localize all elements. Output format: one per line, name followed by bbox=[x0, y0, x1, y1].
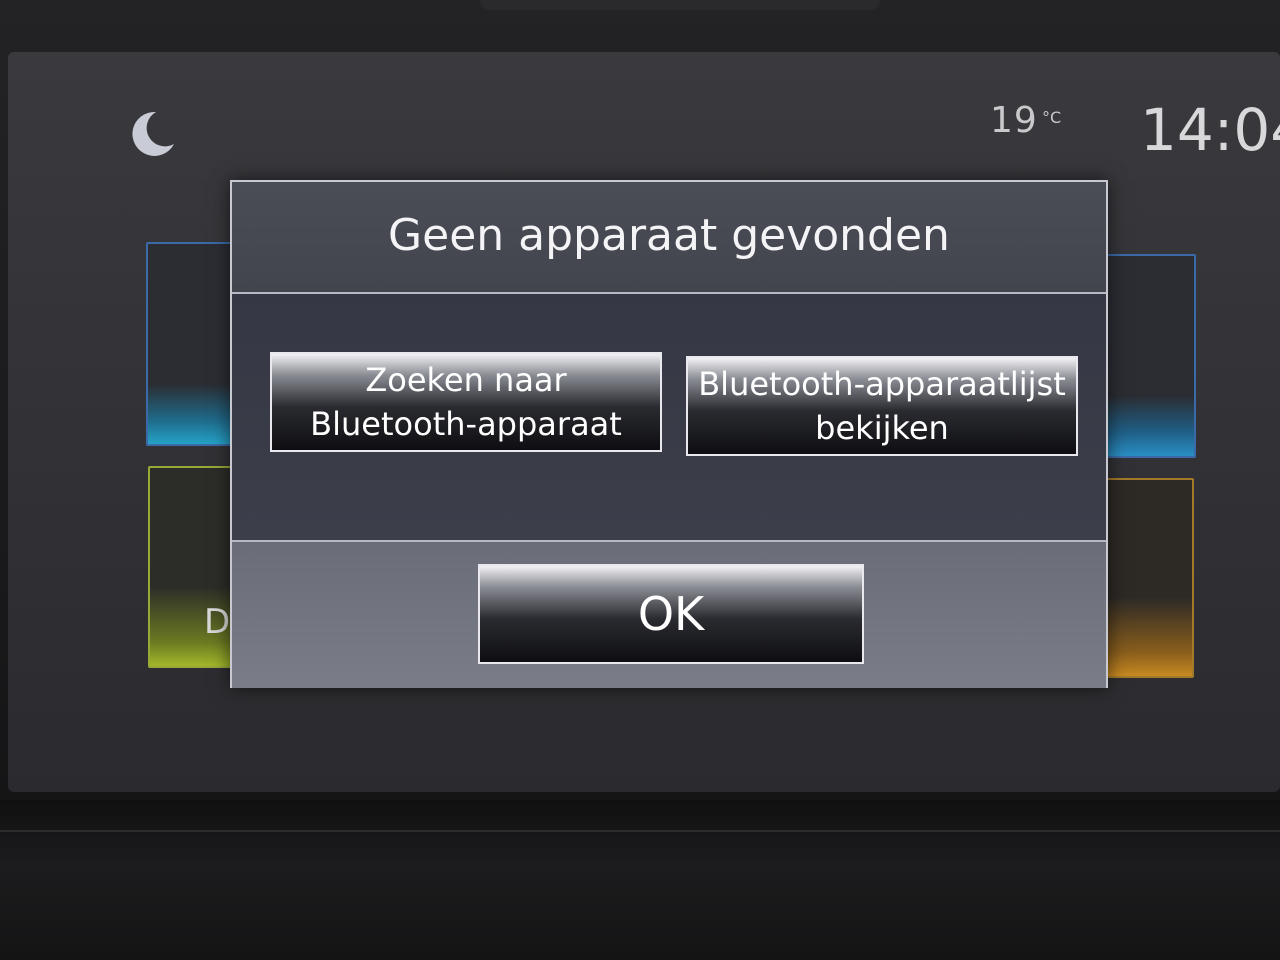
list-button-line1: Bluetooth-apparaatlijst bbox=[698, 365, 1066, 403]
background-tile-label: D bbox=[204, 602, 231, 642]
moon-icon[interactable] bbox=[126, 108, 178, 160]
bezel-top-strip bbox=[480, 0, 880, 10]
bezel-divider bbox=[0, 830, 1280, 832]
bezel-bottom bbox=[0, 800, 1280, 960]
temperature-value: 19 bbox=[990, 100, 1038, 141]
view-bluetooth-device-list-button[interactable]: Bluetooth-apparaatlijst bekijken bbox=[686, 356, 1078, 456]
clock: 14:04 bbox=[1140, 96, 1280, 164]
background-tile-blue-right bbox=[1100, 254, 1196, 458]
search-bluetooth-device-button[interactable]: Zoeken naar Bluetooth-apparaat bbox=[270, 352, 662, 452]
dialog-footer: OK bbox=[232, 540, 1106, 688]
ok-button[interactable]: OK bbox=[478, 564, 864, 664]
no-device-dialog: Geen apparaat gevonden Zoeken naar Bluet… bbox=[230, 180, 1108, 688]
display-screen: 19 °C 14:04 D Geen apparaat gevonden Zoe… bbox=[8, 52, 1280, 792]
device-bezel: 19 °C 14:04 D Geen apparaat gevonden Zoe… bbox=[0, 0, 1280, 960]
temperature-unit: °C bbox=[1042, 108, 1062, 127]
dialog-title: Geen apparaat gevonden bbox=[388, 210, 950, 261]
dialog-header: Geen apparaat gevonden bbox=[232, 182, 1106, 294]
list-button-line2: bekijken bbox=[815, 409, 949, 447]
search-button-line1: Zoeken naar bbox=[365, 361, 567, 399]
background-tile-orange-right bbox=[1098, 478, 1194, 678]
dialog-body: Zoeken naar Bluetooth-apparaat Bluetooth… bbox=[232, 294, 1106, 538]
search-button-line2: Bluetooth-apparaat bbox=[310, 405, 622, 443]
